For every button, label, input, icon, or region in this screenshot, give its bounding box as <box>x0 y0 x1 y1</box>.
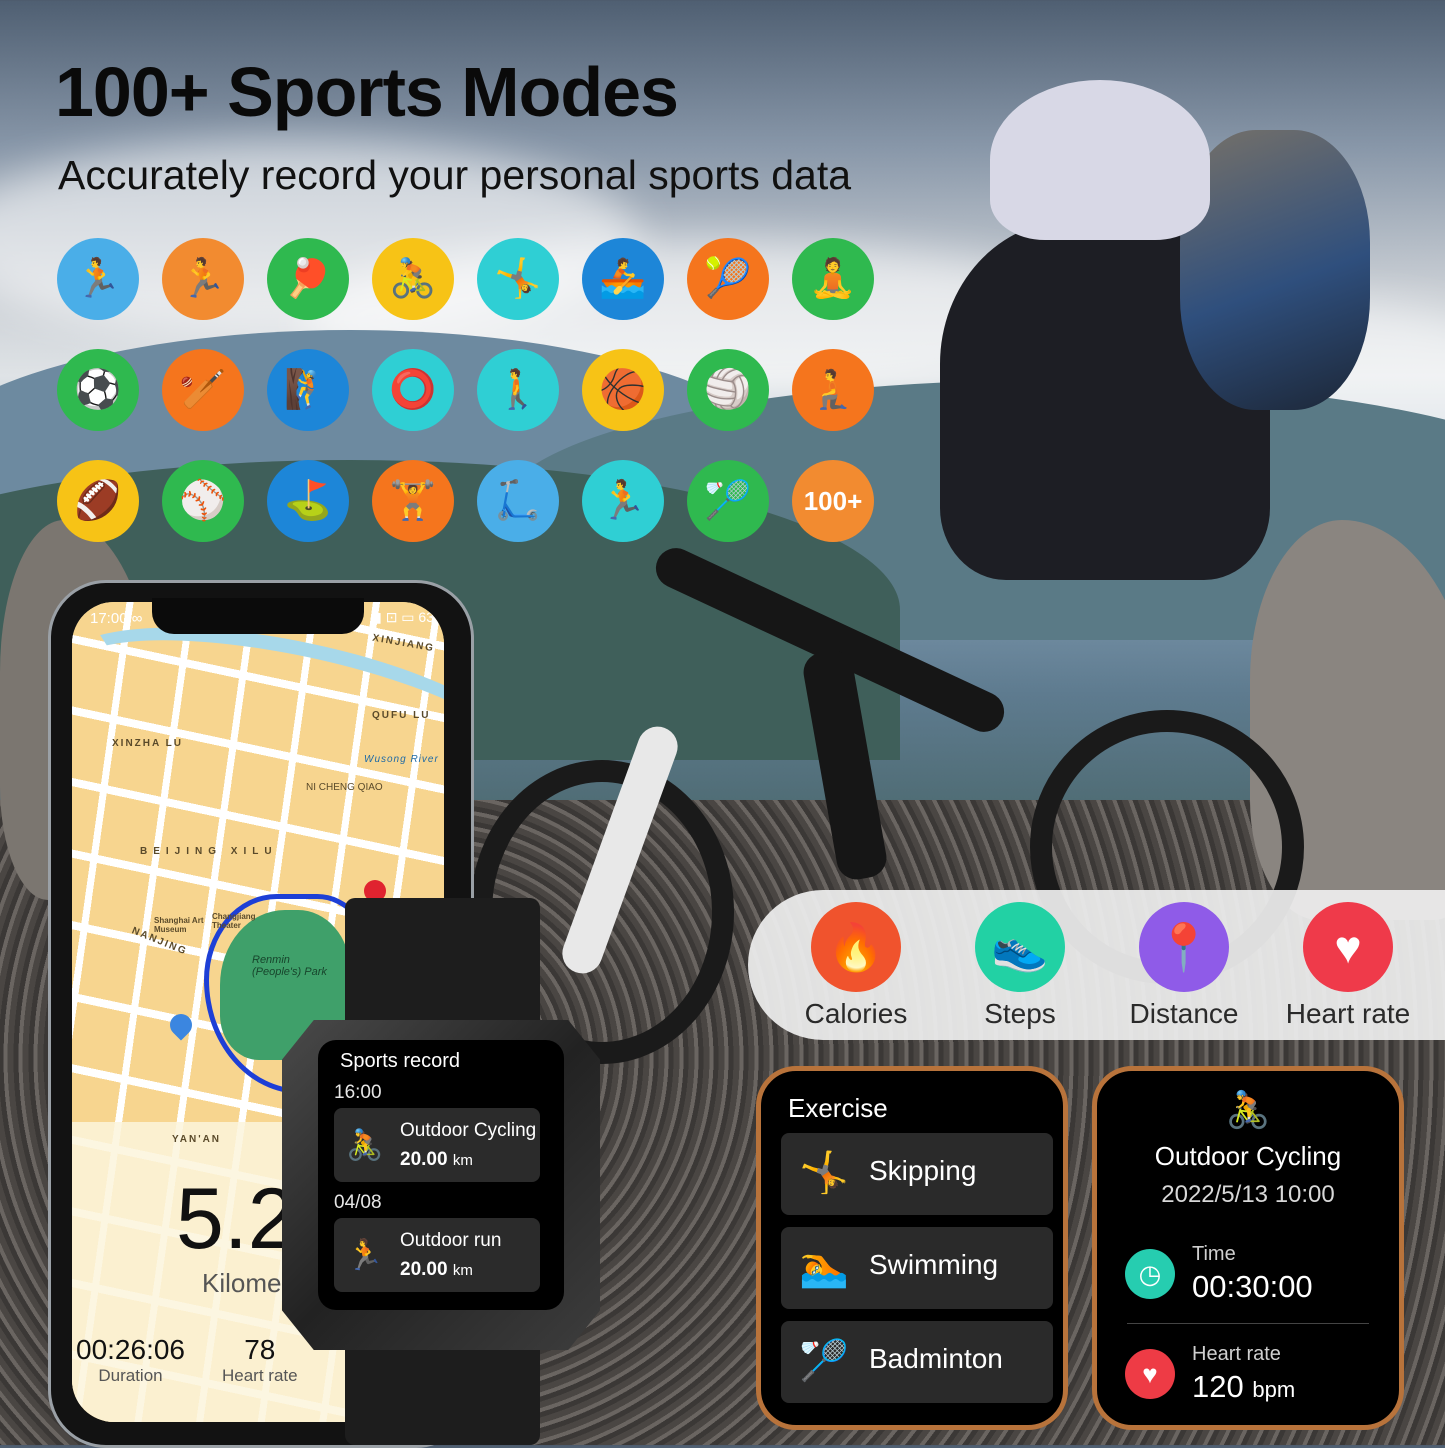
distance-value: 5.2 <box>176 1171 296 1267</box>
map-label: NI CHENG QIAO <box>306 782 383 793</box>
map-label: Changjiang Theater <box>212 912 256 930</box>
watch-screen-title: Sports record <box>340 1050 461 1072</box>
calories-icon: 🔥 <box>811 902 901 992</box>
sport-mode-more[interactable]: 100+ <box>792 460 874 542</box>
sport-mode-baseball-icon[interactable]: ⚾ <box>162 460 244 542</box>
sport-mode-cycling-icon[interactable]: 🚴 <box>372 238 454 320</box>
sport-mode-tennis-icon[interactable]: 🎾 <box>687 238 769 320</box>
record-card[interactable]: 🚴 Outdoor Cycling 20.00 km <box>334 1108 540 1182</box>
steps-icon: 👟 <box>975 902 1065 992</box>
record-date: 04/08 <box>334 1192 382 1213</box>
sport-mode-rugby-icon[interactable]: 🏈 <box>57 460 139 542</box>
metric-calories: 🔥 Calories <box>786 902 926 1030</box>
distance-unit: Kilome <box>202 1268 282 1298</box>
cycling-datetime: 2022/5/13 10:00 <box>1161 1181 1335 1208</box>
heart-icon: ♥ <box>1125 1349 1175 1399</box>
metric-label: Steps <box>984 998 1056 1029</box>
map-label: YAN'AN <box>172 1134 222 1145</box>
sport-mode-jump-rope-icon[interactable]: 🤸 <box>477 238 559 320</box>
sport-mode-sit-ups-icon[interactable]: 🧎 <box>792 349 874 431</box>
cycling-icon: 🚴 <box>346 1129 384 1162</box>
sport-mode-soccer-icon[interactable]: ⚽ <box>57 349 139 431</box>
time-value: 00:30:00 <box>1192 1269 1313 1304</box>
exercise-item-badminton[interactable]: 🏸 Badminton <box>781 1321 1053 1403</box>
sport-mode-yoga-icon[interactable]: 🧘 <box>792 238 874 320</box>
sport-mode-basketball-icon[interactable]: 🏀 <box>582 349 664 431</box>
cycling-activity-name: Outdoor Cycling <box>1154 1141 1342 1171</box>
phone-notch <box>152 598 364 634</box>
metric-label: Calories <box>804 998 908 1029</box>
record-activity: Outdoor run <box>400 1230 502 1251</box>
distance-icon: 📍 <box>1139 902 1229 992</box>
metric-label: Distance <box>1129 998 1239 1029</box>
map-label: Wusong River <box>364 754 439 765</box>
record-distance: 20.00 km <box>400 1149 473 1170</box>
sport-mode-cricket-icon[interactable]: 🏏 <box>162 349 244 431</box>
map-label: Shanghai Art Museum <box>154 916 204 934</box>
map-label: XINZHA LU <box>112 738 183 749</box>
metrics-banner: 🔥 Calories 👟 Steps 📍 Distance ♥ Heart rate <box>748 890 1445 1040</box>
map-label: BEIJING XILU <box>140 846 278 857</box>
cycling-icon: 🚴 <box>1225 1089 1271 1130</box>
exercise-item-skipping[interactable]: 🤸 Skipping <box>781 1133 1053 1215</box>
sport-mode-treadmill-icon[interactable]: 🏃 <box>162 238 244 320</box>
metric-distance: 📍 Distance <box>1114 902 1254 1030</box>
phone-stat-heart-rate: 78 Heart rate <box>222 1334 298 1385</box>
sport-mode-golf-icon[interactable]: ⛳ <box>267 460 349 542</box>
map-label: QUFU LU <box>372 710 431 721</box>
sport-mode-weightlifting-icon[interactable]: 🏋 <box>372 460 454 542</box>
sports-mode-grid: 🏃 🏃 🏓 🚴 🤸 🚣 🎾 🧘 ⚽ 🏏 🧗 ⭕ 🚶 🏀 🏐 🧎 🏈 ⚾ ⛳ 🏋 🛴 🏃 🏸 100+ <box>57 238 887 542</box>
sport-mode-outdoor-run-icon[interactable]: 🏃 <box>57 238 139 320</box>
record-date: 16:00 <box>334 1082 382 1103</box>
page-subtitle: Accurately record your personal sports d… <box>58 152 852 198</box>
badminton-icon: 🏸 <box>799 1339 849 1383</box>
swimming-icon: 🏊 <box>799 1245 849 1289</box>
skipping-icon: 🤸 <box>799 1151 849 1195</box>
exercise-panel: Exercise 🤸 Skipping 🏊 Swimming 🏸 Badmint… <box>756 1066 1068 1430</box>
metric-heart-rate: ♥ Heart rate <box>1278 902 1418 1030</box>
heart-rate-label: Heart rate <box>1192 1343 1281 1365</box>
sport-mode-badminton-icon[interactable]: 🏸 <box>687 460 769 542</box>
cycling-detail-panel: 🚴 Outdoor Cycling 2022/5/13 10:00 ◷ Time… <box>1092 1066 1404 1430</box>
status-time: 17:00 ∞ <box>90 610 143 627</box>
metric-steps: 👟 Steps <box>950 902 1090 1030</box>
sport-mode-hula-hoop-icon[interactable]: ⭕ <box>372 349 454 431</box>
map-label: Renmin (People's) Park <box>252 954 327 978</box>
exercise-item-swimming[interactable]: 🏊 Swimming <box>781 1227 1053 1309</box>
metric-label: Heart rate <box>1285 998 1411 1029</box>
exercise-title: Exercise <box>788 1093 888 1123</box>
sport-mode-table-tennis-icon[interactable]: 🏓 <box>267 238 349 320</box>
sport-mode-elliptical-icon[interactable]: 🏃 <box>582 460 664 542</box>
sport-mode-balance-scooter-icon[interactable]: 🛴 <box>477 460 559 542</box>
running-icon: 🏃 <box>346 1239 384 1272</box>
record-distance: 20.00 km <box>400 1259 473 1280</box>
heart-rate-value: 120 bpm <box>1192 1369 1296 1404</box>
status-icons: ▮ ⊡ ▭ 63 <box>374 609 434 625</box>
phone-stat-duration: 00:26:06 Duration <box>76 1334 185 1385</box>
sport-mode-volleyball-icon[interactable]: 🏐 <box>687 349 769 431</box>
record-activity: Outdoor Cycling <box>400 1120 537 1141</box>
clock-icon: ◷ <box>1125 1249 1175 1299</box>
record-card[interactable]: 🏃 Outdoor run 20.00 km <box>334 1218 540 1292</box>
watch-strap-top <box>345 898 540 1033</box>
heart-rate-icon: ♥ <box>1303 902 1393 992</box>
sport-mode-walking-icon[interactable]: 🚶 <box>477 349 559 431</box>
sport-mode-climbing-icon[interactable]: 🧗 <box>267 349 349 431</box>
sport-mode-rowing-machine-icon[interactable]: 🚣 <box>582 238 664 320</box>
page-title: 100+ Sports Modes <box>55 53 679 131</box>
divider <box>1127 1323 1369 1324</box>
time-label: Time <box>1192 1243 1236 1265</box>
